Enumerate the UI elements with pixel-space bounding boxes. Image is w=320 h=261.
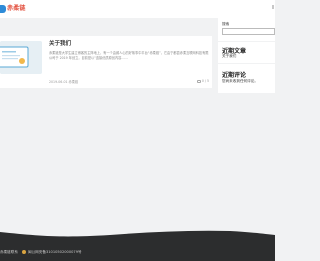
no-comments-text: 您尚未收到任何评论。 — [222, 79, 258, 83]
logo-text: 赤柔链 — [7, 5, 26, 12]
post-title-link[interactable]: 关于我们 — [49, 41, 71, 48]
certificate-icon — [0, 41, 42, 74]
post-thumbnail[interactable] — [0, 41, 42, 74]
menu-toggle-icon[interactable] — [272, 5, 274, 9]
logo-icon — [0, 5, 6, 13]
search-input[interactable] — [222, 28, 275, 35]
recent-post-link[interactable]: 关于我们 — [222, 54, 236, 59]
search-label: 搜索 — [222, 22, 230, 26]
comment-icon — [196, 79, 201, 83]
post-card: 关于我们 赤柔链是大学生建立博客的主阵地上，有一个由威人心的好故事中平台“赤柔链… — [0, 36, 212, 88]
beian-link[interactable]: 闽公网安备31010502000079号 — [28, 250, 82, 255]
footer-wave — [0, 230, 275, 240]
post-date: 2019-06-01 赤柔链 — [49, 80, 79, 84]
site-header: 赤柔链 — [0, 0, 275, 18]
recent-comments-title: 近期评论 — [222, 72, 247, 79]
widget-divider — [218, 41, 275, 42]
footer-contact-link[interactable]: 赤柔链联系 — [0, 250, 18, 255]
post-comments-link[interactable]: 0 / 5 — [196, 78, 209, 84]
post-comment-count: 0 / 5 — [201, 79, 209, 83]
widget-divider — [218, 63, 275, 64]
police-badge-icon — [22, 250, 26, 254]
sidebar: 搜索 近期文章 关于我们 近期评论 您尚未收到任何评论。 — [218, 18, 275, 93]
site-footer: 赤柔链联系 闽公网安备31010502000079号 — [0, 240, 275, 261]
post-excerpt: 赤柔链是大学生建立博客的主阵地上，有一个由威人心的好故事中平台“赤柔链”，它由宁… — [49, 51, 209, 60]
site-logo[interactable]: 赤柔链 — [0, 4, 26, 14]
